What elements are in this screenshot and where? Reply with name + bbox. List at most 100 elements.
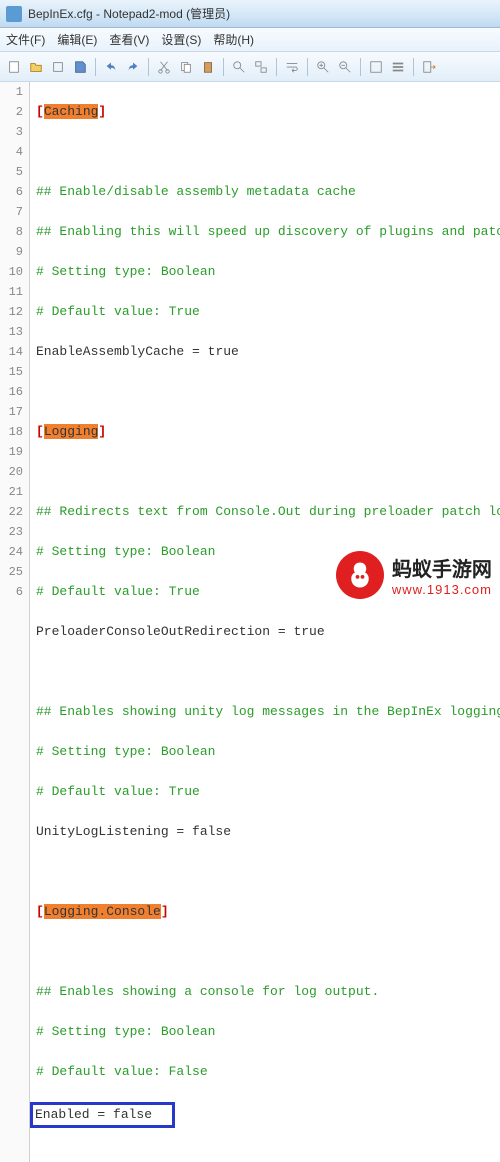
customize-icon[interactable] (388, 57, 408, 77)
comment: # Default value: True (36, 304, 200, 319)
code-line: # Default value: True (36, 782, 500, 802)
cut-icon[interactable] (154, 57, 174, 77)
bracket: [ (36, 104, 44, 119)
separator (148, 58, 149, 76)
line-number: 3 (0, 122, 23, 142)
code-line: # Default value: True (36, 302, 500, 322)
code-line: Enabled = false (36, 1102, 500, 1122)
line-number: 7 (0, 202, 23, 222)
line-number: 23 (0, 522, 23, 542)
zoomout-icon[interactable] (335, 57, 355, 77)
comment: # Default value: False (36, 1064, 208, 1079)
bracket: ] (98, 104, 106, 119)
watermark-logo-icon (336, 551, 384, 599)
open-icon[interactable] (26, 57, 46, 77)
menu-help[interactable]: 帮助(H) (213, 31, 254, 48)
code-line: [Caching] (36, 102, 500, 122)
section-header: Logging (44, 424, 99, 439)
line-number: 24 (0, 542, 23, 562)
setting-key: EnableAssemblyCache (36, 344, 184, 359)
save-icon[interactable] (70, 57, 90, 77)
replace-icon[interactable] (251, 57, 271, 77)
redo-icon[interactable] (123, 57, 143, 77)
code-line (36, 942, 500, 962)
editor-area[interactable]: 1 2 3 4 5 6 7 8 9 10 11 12 13 14 15 16 1… (0, 82, 500, 1162)
code-line: # Setting type: Boolean (36, 742, 500, 762)
equals: = (270, 624, 293, 639)
bracket: ] (161, 904, 169, 919)
comment: ## Enabling this will speed up discovery… (36, 224, 500, 239)
code-line: # Default value: False (36, 1062, 500, 1082)
menu-file[interactable]: 文件(F) (6, 31, 45, 48)
scheme-icon[interactable] (366, 57, 386, 77)
line-number: 2 (0, 102, 23, 122)
code-content[interactable]: [Caching] ## Enable/disable assembly met… (30, 82, 500, 1162)
separator (413, 58, 414, 76)
highlighted-setting: Enabled = false (30, 1102, 175, 1128)
code-line: ## Enabling this will speed up discovery… (36, 222, 500, 242)
line-number: 16 (0, 382, 23, 402)
app-icon (6, 6, 22, 22)
separator (223, 58, 224, 76)
line-number: 11 (0, 282, 23, 302)
watermark-text: 蚂蚁手游网 www.1913.com (392, 553, 492, 597)
wordwrap-icon[interactable] (282, 57, 302, 77)
watermark: 蚂蚁手游网 www.1913.com (336, 551, 492, 599)
new-icon[interactable] (4, 57, 24, 77)
window-title: BepInEx.cfg - Notepad2-mod (管理员) (28, 5, 230, 22)
menu-edit[interactable]: 编辑(E) (57, 31, 97, 48)
code-line: ## Enable/disable assembly metadata cach… (36, 182, 500, 202)
separator (276, 58, 277, 76)
code-line: PreloaderConsoleOutRedirection = true (36, 622, 500, 642)
line-number: 19 (0, 442, 23, 462)
setting-value: true (208, 344, 239, 359)
paste-icon[interactable] (198, 57, 218, 77)
bracket: [ (36, 424, 44, 439)
setting-key: UnityLogListening (36, 824, 169, 839)
line-number: 20 (0, 462, 23, 482)
comment: # Default value: True (36, 784, 200, 799)
line-number: 9 (0, 242, 23, 262)
code-line: [Logging.Console] (36, 902, 500, 922)
line-number: 6 (0, 582, 23, 602)
line-number: 14 (0, 342, 23, 362)
code-line (36, 462, 500, 482)
section-header: Caching (44, 104, 99, 119)
copy-icon[interactable] (176, 57, 196, 77)
undo-icon[interactable] (101, 57, 121, 77)
watermark-url: www.1913.com (392, 582, 492, 597)
exit-icon[interactable] (419, 57, 439, 77)
toolbar (0, 52, 500, 82)
line-number: 13 (0, 322, 23, 342)
menu-settings[interactable]: 设置(S) (161, 31, 201, 48)
comment: # Setting type: Boolean (36, 264, 215, 279)
line-number: 5 (0, 162, 23, 182)
find-icon[interactable] (229, 57, 249, 77)
line-number: 18 (0, 422, 23, 442)
comment: ## Redirects text from Console.Out durin… (36, 504, 500, 519)
code-line: ## Redirects text from Console.Out durin… (36, 502, 500, 522)
line-number: 25 (0, 562, 23, 582)
setting-key: Enabled (35, 1107, 90, 1122)
section-header: Logging.Console (44, 904, 161, 919)
comment: ## Enables showing a console for log out… (36, 984, 379, 999)
line-number: 8 (0, 222, 23, 242)
line-number: 6 (0, 182, 23, 202)
history-icon[interactable] (48, 57, 68, 77)
equals: = (184, 344, 207, 359)
line-number: 1 (0, 82, 23, 102)
code-line: # Setting type: Boolean (36, 1022, 500, 1042)
bracket: ] (98, 424, 106, 439)
line-number-gutter: 1 2 3 4 5 6 7 8 9 10 11 12 13 14 15 16 1… (0, 82, 30, 1162)
equals: = (90, 1107, 113, 1122)
code-line (36, 862, 500, 882)
comment: ## Enable/disable assembly metadata cach… (36, 184, 356, 199)
comment: # Default value: True (36, 584, 200, 599)
separator (360, 58, 361, 76)
watermark-name: 蚂蚁手游网 (392, 553, 492, 582)
menu-view[interactable]: 查看(V) (109, 31, 149, 48)
code-line: # Setting type: Boolean (36, 262, 500, 282)
comment: # Setting type: Boolean (36, 1024, 215, 1039)
zoomin-icon[interactable] (313, 57, 333, 77)
setting-value: true (293, 624, 324, 639)
